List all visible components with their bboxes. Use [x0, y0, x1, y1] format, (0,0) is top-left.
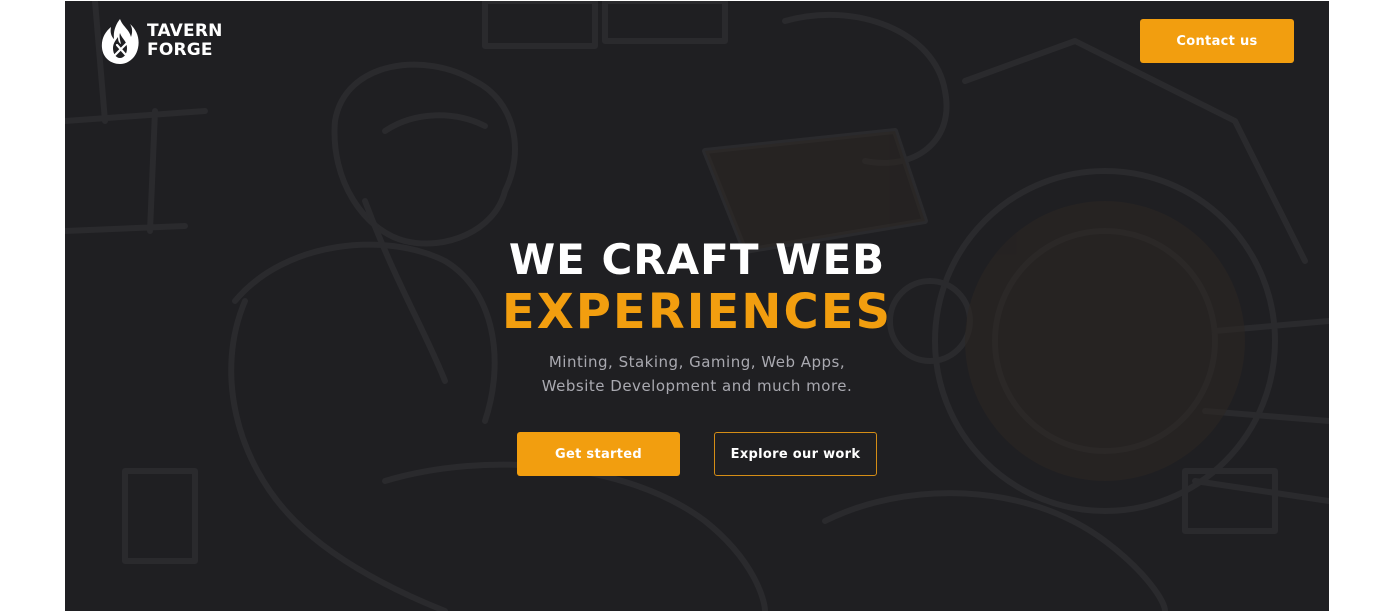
- brand-name: TAVERN FORGE: [147, 22, 223, 60]
- get-started-button[interactable]: Get started: [517, 432, 680, 476]
- contact-us-button[interactable]: Contact us: [1140, 19, 1294, 63]
- hero-section: TAVERN FORGE Contact us WE CRAFT WEB EXP…: [65, 1, 1329, 611]
- flame-icon: [101, 19, 139, 64]
- hero-headline-line1: WE CRAFT WEB: [508, 235, 886, 284]
- hero-subtitle-line1: Minting, Staking, Gaming, Web Apps,: [548, 353, 846, 371]
- brand-logo[interactable]: TAVERN FORGE: [99, 17, 223, 65]
- hero-headline-line2: EXPERIENCES: [501, 284, 893, 340]
- brand-name-line1: TAVERN: [147, 21, 223, 41]
- page: TAVERN FORGE Contact us WE CRAFT WEB EXP…: [0, 0, 1397, 611]
- explore-our-work-button[interactable]: Explore our work: [714, 432, 877, 476]
- brand-name-line2: FORGE: [147, 40, 213, 60]
- hero-subtitle-line2: Website Development and much more.: [541, 377, 853, 395]
